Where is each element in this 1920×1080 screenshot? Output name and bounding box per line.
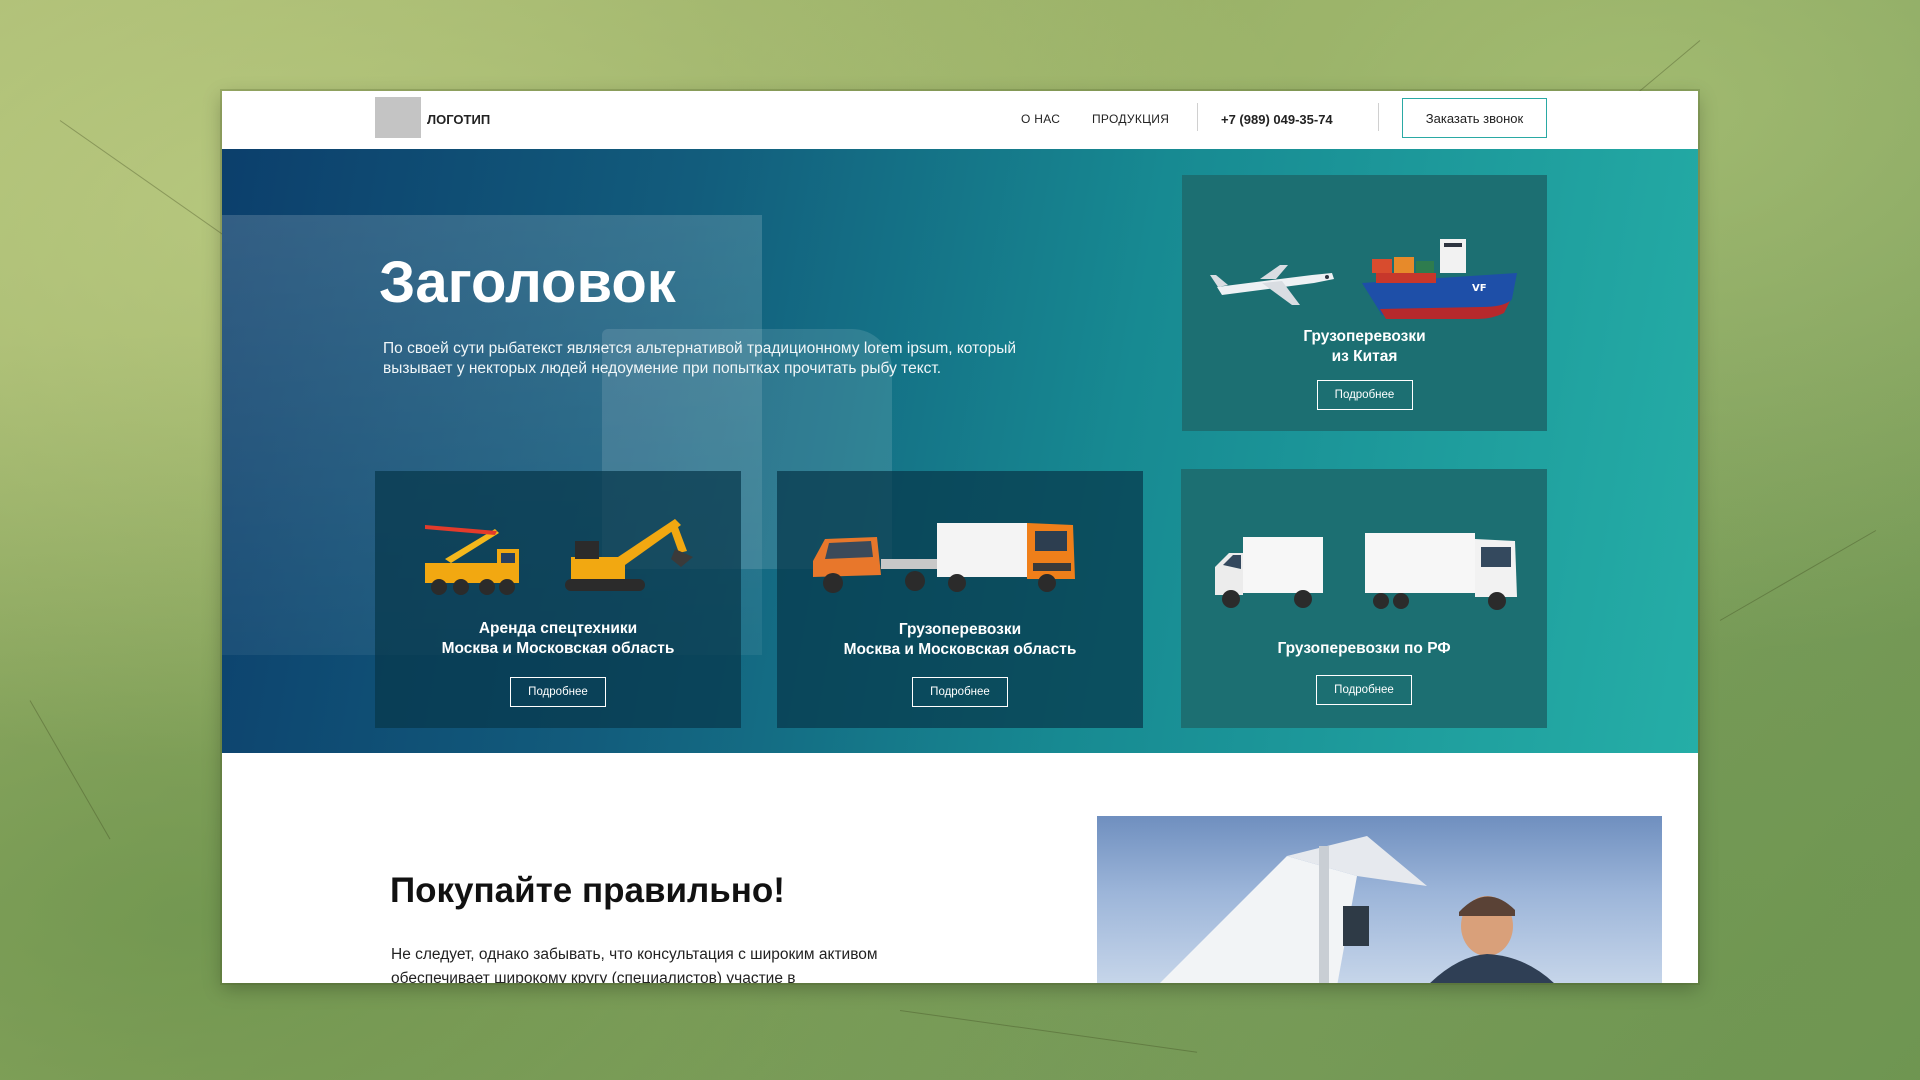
nav-products[interactable]: ПРОДУКЦИЯ: [1092, 112, 1169, 126]
section-title: Покупайте правильно!: [390, 871, 785, 910]
hero-title: Заголовок: [379, 250, 676, 315]
more-button[interactable]: Подробнее: [1316, 380, 1413, 410]
card-moscow-freight[interactable]: Грузоперевозки Москва и Московская облас…: [777, 471, 1143, 728]
crane-excavator-icon: [425, 519, 693, 595]
phone-number[interactable]: +7 (989) 049-35-74: [1221, 112, 1333, 127]
card-equipment-rental[interactable]: Аренда спецтехники Москва и Московская о…: [375, 471, 741, 728]
plane-ship-icon: VF: [1210, 239, 1517, 319]
card-title-line2: из Китая: [1331, 348, 1398, 365]
more-button[interactable]: Подробнее: [510, 677, 606, 707]
nav-divider: [1378, 103, 1379, 131]
logo-label[interactable]: ЛОГОТИП: [427, 112, 490, 127]
site-header: ЛОГОТИП О НАС ПРОДУКЦИЯ +7 (989) 049-35-…: [222, 91, 1698, 149]
logo-placeholder[interactable]: [375, 97, 421, 138]
card-title-line2: Москва и Московская область: [843, 641, 1077, 658]
section-text: Не следует, однако забывать, что консуль…: [391, 946, 878, 983]
more-button[interactable]: Подробнее: [1316, 675, 1412, 705]
more-button[interactable]: Подробнее: [912, 677, 1008, 707]
order-call-button[interactable]: Заказать звонок: [1402, 98, 1547, 138]
website-mockup: ЛОГОТИП О НАС ПРОДУКЦИЯ +7 (989) 049-35-…: [222, 91, 1698, 983]
hero-description: По своей сути рыбатекст является альтерн…: [383, 340, 1017, 377]
card-title: Грузоперевозки по РФ: [1277, 640, 1451, 657]
card-title: Грузоперевозки из Китая: [1182, 327, 1547, 367]
card-russia-freight[interactable]: Грузоперевозки по РФ Подробнее: [1181, 469, 1547, 728]
svg-text:VF: VF: [1472, 283, 1487, 294]
nav-about[interactable]: О НАС: [1021, 112, 1060, 126]
vans-icon: [1215, 533, 1517, 610]
card-china-freight[interactable]: VF Грузоперевозки из Китая Подробнее: [1182, 175, 1547, 431]
nav-divider: [1197, 103, 1198, 131]
hero-section: Заголовок По своей сути рыбатекст являет…: [222, 149, 1698, 753]
driver-truck-photo: [1097, 816, 1662, 983]
trucks-icon: [813, 523, 1075, 593]
card-title: Аренда спецтехники Москва и Московская о…: [375, 619, 741, 659]
card-title-line1: Грузоперевозки: [898, 621, 1022, 638]
card-title: Грузоперевозки Москва и Московская облас…: [777, 620, 1143, 660]
card-title-line1: Грузоперевозки: [1303, 328, 1426, 345]
card-title-line1: Аренда спецтехники: [478, 620, 638, 637]
driver-photo-illustration: [1160, 836, 1554, 983]
card-title-line2: Москва и Московская область: [441, 640, 675, 657]
